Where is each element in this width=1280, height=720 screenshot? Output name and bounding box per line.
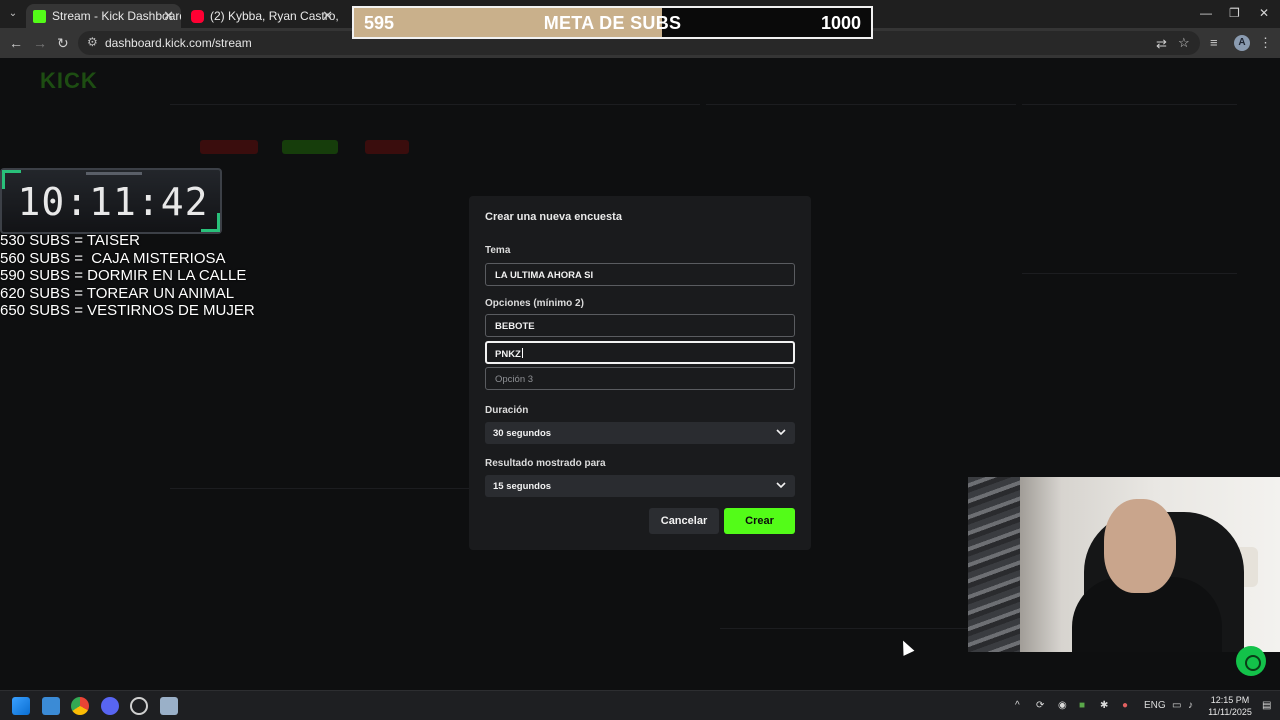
tab-youtube[interactable]: (2) Kybba, Ryan Castro, Sean Pa ✕ — [184, 4, 340, 28]
dim-badge — [200, 140, 258, 154]
youtube-favicon-icon — [191, 10, 204, 23]
stream-timer-panel: 10:11:42 — [0, 168, 222, 234]
windows-taskbar: ^ ⟳ ◉ ■ ✱ ● ENG ▭ ♪ 12:15 PM 11/11/2025 … — [0, 690, 1280, 720]
sub-goal-bar: META DE SUBS 595 1000 — [352, 6, 873, 39]
bookmark-star-icon[interactable]: ☆ — [1178, 35, 1190, 51]
tab-search-chevron-icon[interactable]: ⌄ — [4, 5, 22, 23]
sub-goal-item: 560 SUBS = CAJA MISTERIOSA — [0, 249, 226, 267]
edge-tray-icon[interactable]: ◉ — [1058, 700, 1067, 711]
notepad-app-icon[interactable] — [42, 697, 60, 715]
url-text: dashboard.kick.com/stream — [105, 36, 252, 50]
translate-icon[interactable]: ⇄ — [1156, 36, 1167, 52]
tab-title: (2) Kybba, Ryan Castro, Sean Pa — [210, 9, 340, 23]
tab-title: Stream - Kick Dashboard — [52, 9, 181, 23]
streamer-head — [1104, 499, 1176, 593]
dim-badge — [282, 140, 338, 154]
create-button[interactable]: Crear — [724, 508, 795, 534]
kick-favicon-icon — [33, 10, 46, 23]
topic-input[interactable]: LA ULTIMA AHORA SI — [485, 263, 795, 286]
timer-cap-decoration — [86, 172, 142, 175]
result-duration-select[interactable]: 15 segundos — [485, 475, 795, 497]
option-2-input[interactable]: PNKZ — [485, 341, 795, 364]
sub-goal-current: 595 — [364, 13, 395, 33]
browser-menu-icon[interactable]: ⋮ — [1259, 35, 1272, 51]
text-caret — [521, 348, 523, 358]
chevron-down-icon — [776, 482, 786, 489]
options-label: Opciones (mínimo 2) — [485, 298, 584, 309]
kick-logo: KICK — [40, 68, 98, 93]
tray-overflow-icon[interactable]: ^ — [1015, 700, 1020, 711]
sub-goal-item: 530 SUBS = TAISER — [0, 232, 140, 249]
modal-title: Crear una nueva encuesta — [485, 211, 622, 223]
stone-wall-decoration — [968, 477, 1020, 652]
divider — [706, 104, 1016, 105]
reload-icon[interactable]: ↻ — [57, 34, 69, 52]
stream-timer: 10:11:42 — [17, 180, 209, 224]
close-tab-icon[interactable]: ✕ — [322, 8, 333, 24]
site-settings-icon[interactable]: ⚙ — [87, 35, 98, 49]
option-1-value: BEBOTE — [495, 321, 535, 332]
profile-avatar[interactable]: A — [1234, 35, 1250, 51]
minimize-icon[interactable]: — — [1200, 6, 1212, 20]
bluetooth-icon[interactable]: ✱ — [1100, 700, 1108, 711]
sub-goal-label: META DE SUBS — [543, 13, 682, 33]
duration-value: 30 segundos — [493, 428, 552, 439]
divider — [1022, 273, 1237, 274]
divider — [170, 104, 700, 105]
network-icon[interactable]: ▭ — [1172, 700, 1181, 711]
duration-label: Duración — [485, 405, 529, 416]
nvidia-tray-icon[interactable]: ■ — [1079, 700, 1085, 711]
sub-goal-item: 590 SUBS = DORMIR EN LA CALLE — [0, 267, 247, 284]
calculator-app-icon[interactable] — [160, 697, 178, 715]
close-tab-icon[interactable]: ✕ — [163, 8, 174, 24]
forward-icon[interactable]: → — [33, 34, 47, 52]
notifications-icon[interactable]: ▤ — [1262, 700, 1271, 711]
sub-goal-item: 620 SUBS = TOREAR UN ANIMAL — [0, 284, 235, 302]
microphone-icon[interactable]: ● — [1122, 700, 1128, 711]
sub-goal-item: 650 SUBS = VESTIRNOS DE MUJER — [0, 302, 255, 319]
tab-kick-dashboard[interactable]: Stream - Kick Dashboard ✕ — [26, 4, 181, 28]
media-control-icon[interactable]: ≡ — [1210, 35, 1218, 50]
divider — [1022, 104, 1237, 105]
option-2-value: PNKZ — [495, 349, 521, 360]
topic-label: Tema — [485, 245, 511, 256]
chevron-down-icon — [776, 429, 786, 436]
clock-date: 11/11/2025 — [1208, 707, 1252, 717]
dim-badge — [365, 140, 409, 154]
duration-select[interactable]: 30 segundos — [485, 422, 795, 444]
create-poll-modal: Crear una nueva encuesta Tema LA ULTIMA … — [469, 196, 811, 550]
obs-app-icon[interactable] — [130, 697, 148, 715]
back-icon[interactable]: ← — [9, 34, 23, 52]
webcam-feed — [968, 477, 1280, 652]
divider — [720, 628, 1010, 629]
result-label: Resultado mostrado para — [485, 458, 606, 469]
option-1-input[interactable]: BEBOTE — [485, 314, 795, 337]
input-language[interactable]: ENG — [1144, 700, 1166, 711]
restore-icon[interactable]: ❐ — [1229, 6, 1240, 20]
sub-goals-list: 530 SUBS = TAISER 560 SUBS = CAJA MISTER… — [0, 232, 255, 320]
clock-time: 12:15 PM — [1210, 695, 1250, 705]
windows-start-icon[interactable] — [12, 697, 30, 715]
close-window-icon[interactable]: ✕ — [1259, 6, 1269, 20]
option-3-placeholder: Opción 3 — [495, 374, 534, 385]
volume-icon[interactable]: ♪ — [1188, 700, 1193, 711]
sub-goal-target: 1000 — [820, 13, 861, 33]
topic-value: LA ULTIMA AHORA SI — [495, 270, 594, 281]
floating-action-icon[interactable] — [1236, 646, 1266, 676]
result-value: 15 segundos — [493, 481, 552, 492]
system-clock[interactable]: 12:15 PM 11/11/2025 — [1205, 694, 1255, 718]
chrome-app-icon[interactable] — [71, 697, 89, 715]
sync-icon[interactable]: ⟳ — [1036, 700, 1044, 711]
discord-app-icon[interactable] — [101, 697, 119, 715]
screen: ⌄ Stream - Kick Dashboard ✕ (2) Kybba, R… — [0, 0, 1280, 720]
option-3-input[interactable]: Opción 3 — [485, 367, 795, 390]
cancel-button[interactable]: Cancelar — [649, 508, 719, 534]
